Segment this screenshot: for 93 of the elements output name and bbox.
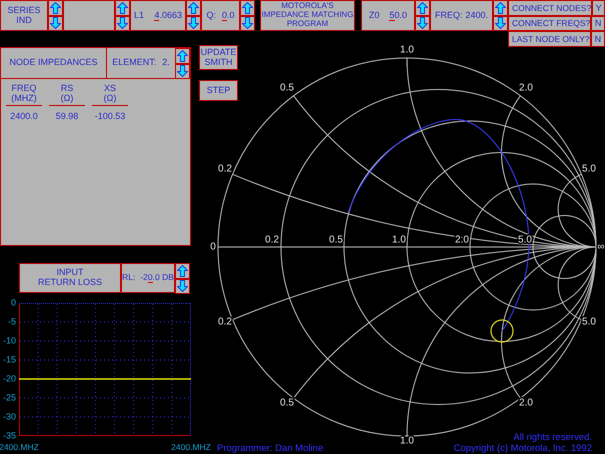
element-label: ELEMENT: <box>112 58 156 68</box>
y-axis-tick-label: -5 <box>8 316 16 326</box>
y-axis-tick-label: -25 <box>2 392 16 402</box>
chart-scale-label: 2.0 <box>519 82 533 94</box>
chart-scale-label: 5.0 <box>582 164 596 175</box>
step-button[interactable]: STEP <box>199 80 238 101</box>
update-smith-button[interactable]: UPDATE SMITH <box>199 45 238 70</box>
up-arrow-button[interactable] <box>240 0 255 16</box>
blank-panel <box>63 0 115 31</box>
inductor-value[interactable]: 4.0663 <box>154 10 182 20</box>
up-arrow-icon <box>177 264 188 277</box>
y-axis-tick-label: -10 <box>2 335 16 346</box>
rl-label: RL: <box>122 273 136 283</box>
up-arrow-button[interactable] <box>175 263 190 278</box>
table-cell: 59.98 <box>56 110 78 121</box>
x-axis-label: 2400.MHZ <box>171 442 211 452</box>
x-axis-label: 2400.MHZ <box>0 442 39 452</box>
option-label: CONNECT FREQS? <box>508 16 592 32</box>
down-arrow-button[interactable] <box>48 16 63 31</box>
chart-scale-label: 0.5 <box>280 82 294 94</box>
chart-scale-label: 1.0 <box>400 44 414 56</box>
z0-value[interactable]: 50.0 <box>389 10 408 20</box>
up-arrow-button[interactable] <box>115 0 130 16</box>
chart-scale-label: 0.2 <box>218 164 232 175</box>
up-arrow-icon <box>242 2 253 14</box>
option-label: LAST NODE ONLY? <box>508 31 591 47</box>
option-label: CONNECT NODES? <box>508 0 592 16</box>
column-header: RS (Ω) <box>49 83 85 106</box>
up-arrow-icon <box>177 50 188 62</box>
down-arrow-button[interactable] <box>415 16 430 31</box>
chart-scale-label: 1.0 <box>400 436 414 447</box>
up-arrow-button[interactable] <box>48 0 63 16</box>
return-loss-title: INPUT RETURN LOSS <box>19 263 121 293</box>
up-arrow-icon <box>495 2 506 14</box>
q-label: Q: <box>206 10 216 20</box>
up-arrow-button[interactable] <box>493 0 508 16</box>
y-axis-tick-label: 0 <box>10 297 16 308</box>
down-arrow-icon <box>177 65 188 78</box>
up-arrow-icon <box>50 2 61 14</box>
program-title: MOTOROLA'S IMPEDANCE MATCHING PROGRAM <box>260 0 355 31</box>
up-arrow-button[interactable] <box>175 48 190 64</box>
rl-value[interactable]: -20.0 DB <box>140 273 174 283</box>
chart-scale-label: 0.5 <box>280 398 294 409</box>
down-arrow-icon <box>50 17 61 30</box>
up-arrow-icon <box>417 2 428 14</box>
element-type-label: SERIES IND <box>0 0 48 31</box>
z0-label: Z0 <box>368 10 380 20</box>
down-arrow-button[interactable] <box>186 16 201 31</box>
option-toggle[interactable]: N <box>590 31 605 47</box>
column-header: FREQ (MHZ) <box>6 83 42 106</box>
chart-scale-label: 5.0 <box>582 316 596 328</box>
y-axis-tick-label: -35 <box>2 430 16 440</box>
q-value[interactable]: 0.0 <box>222 10 235 20</box>
down-arrow-button[interactable] <box>175 278 190 294</box>
freq-value: 2400. <box>465 10 488 20</box>
down-arrow-button[interactable] <box>115 16 130 31</box>
rights-notice: All rights reserved. <box>513 432 592 443</box>
option-toggle[interactable]: N <box>591 16 605 32</box>
chart-scale-label: 2.0 <box>519 398 533 409</box>
copyright-notice: Copyright (c) Motorola, Inc. 1992 <box>454 443 592 454</box>
up-arrow-icon <box>188 2 199 14</box>
up-arrow-icon <box>117 2 128 14</box>
option-toggle[interactable]: Y <box>592 0 605 16</box>
column-header: XS (Ω) <box>92 83 128 106</box>
node-impedances-title: NODE IMPEDANCES <box>1 48 107 78</box>
chart-scale-label: 0.2 <box>265 234 279 246</box>
chart-scale-label: 0.2 <box>218 316 232 328</box>
y-axis-tick-label: -20 <box>2 373 16 384</box>
table-cell: 2400.0 <box>10 110 38 121</box>
down-arrow-icon <box>242 17 253 30</box>
chart-scale-label: ∞ <box>597 242 605 253</box>
marker-circle <box>490 319 514 343</box>
y-axis-tick-label: -15 <box>2 354 16 364</box>
down-arrow-icon <box>417 17 428 30</box>
down-arrow-button[interactable] <box>175 64 190 79</box>
down-arrow-button[interactable] <box>240 16 255 31</box>
freq-label: FREQ: <box>434 10 462 20</box>
chart-scale-label: 1.0 <box>392 234 406 246</box>
y-axis-tick-label: -30 <box>2 411 16 422</box>
up-arrow-button[interactable] <box>415 0 430 16</box>
down-arrow-icon <box>177 280 188 292</box>
chart-scale-label: 0.5 <box>329 234 343 246</box>
element-value: 2. <box>162 58 170 68</box>
down-arrow-icon <box>495 17 506 30</box>
programmer-credit: Programmer: Dan Moline <box>217 443 324 454</box>
down-arrow-icon <box>117 17 128 30</box>
table-cell: -100.53 <box>94 110 126 121</box>
down-arrow-button[interactable] <box>493 16 508 31</box>
chart-scale-label: 2.0 <box>455 234 469 246</box>
down-arrow-icon <box>188 17 199 30</box>
inductor-label: L1 <box>134 10 144 20</box>
chart-scale-label: 0 <box>210 242 216 253</box>
up-arrow-button[interactable] <box>186 0 201 16</box>
